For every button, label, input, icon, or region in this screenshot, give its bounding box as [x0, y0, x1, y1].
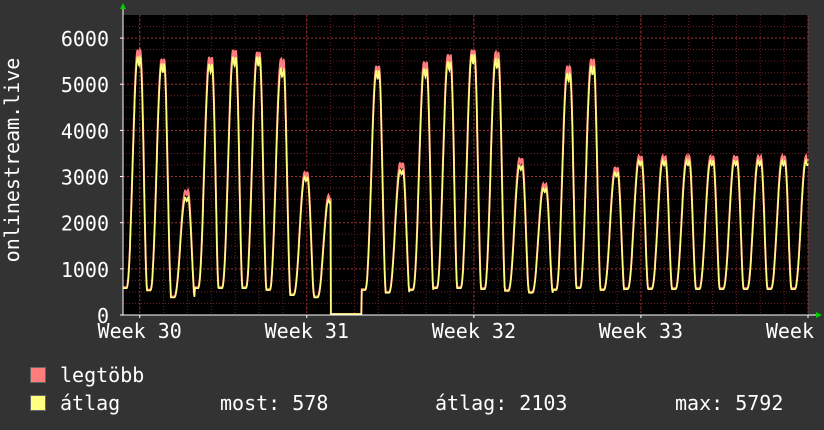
x-axis-arrow [816, 312, 822, 318]
legend-label-avg: átlag [60, 391, 121, 415]
legend: legtöbb átlag most: 578 átlag: 2103 max:… [30, 361, 810, 417]
legend-swatch-max [30, 367, 46, 383]
stat-max: max: 5792 [675, 391, 784, 415]
legend-item-avg: átlag most: 578 átlag: 2103 max: 5792 [30, 389, 810, 417]
y-tick-label: 4000 [61, 119, 109, 143]
x-tick-label: Week 30 [98, 319, 182, 343]
stat-now: most: 578 [220, 391, 329, 415]
legend-label-max: legtöbb [60, 363, 145, 387]
chart-svg: 0100020003000400050006000Week 30 Week 31 W… [0, 3, 824, 343]
y-tick-label: 3000 [61, 166, 109, 190]
chart: 0 1000 2000 3000 4000 5000 6000 Week 30 Week 31 W… [0, 0, 824, 345]
x-tick-label: Week 32 [432, 319, 516, 343]
y-tick-label: 6000 [61, 27, 109, 51]
legend-swatch-avg [30, 395, 46, 411]
x-tick-label: Week 34 [766, 319, 824, 343]
x-tick-label: Week 33 [599, 319, 683, 343]
y-tick-label: 2000 [61, 212, 109, 236]
y-axis-title: onlinestream.live [0, 58, 24, 263]
y-axis-arrow [120, 3, 126, 9]
legend-item-max: legtöbb [30, 361, 810, 389]
y-tick-label: 5000 [61, 73, 109, 97]
y-tick-label: 1000 [61, 258, 109, 282]
stat-avg: átlag: 2103 [435, 391, 568, 415]
x-tick-label: Week 31 [265, 319, 349, 343]
